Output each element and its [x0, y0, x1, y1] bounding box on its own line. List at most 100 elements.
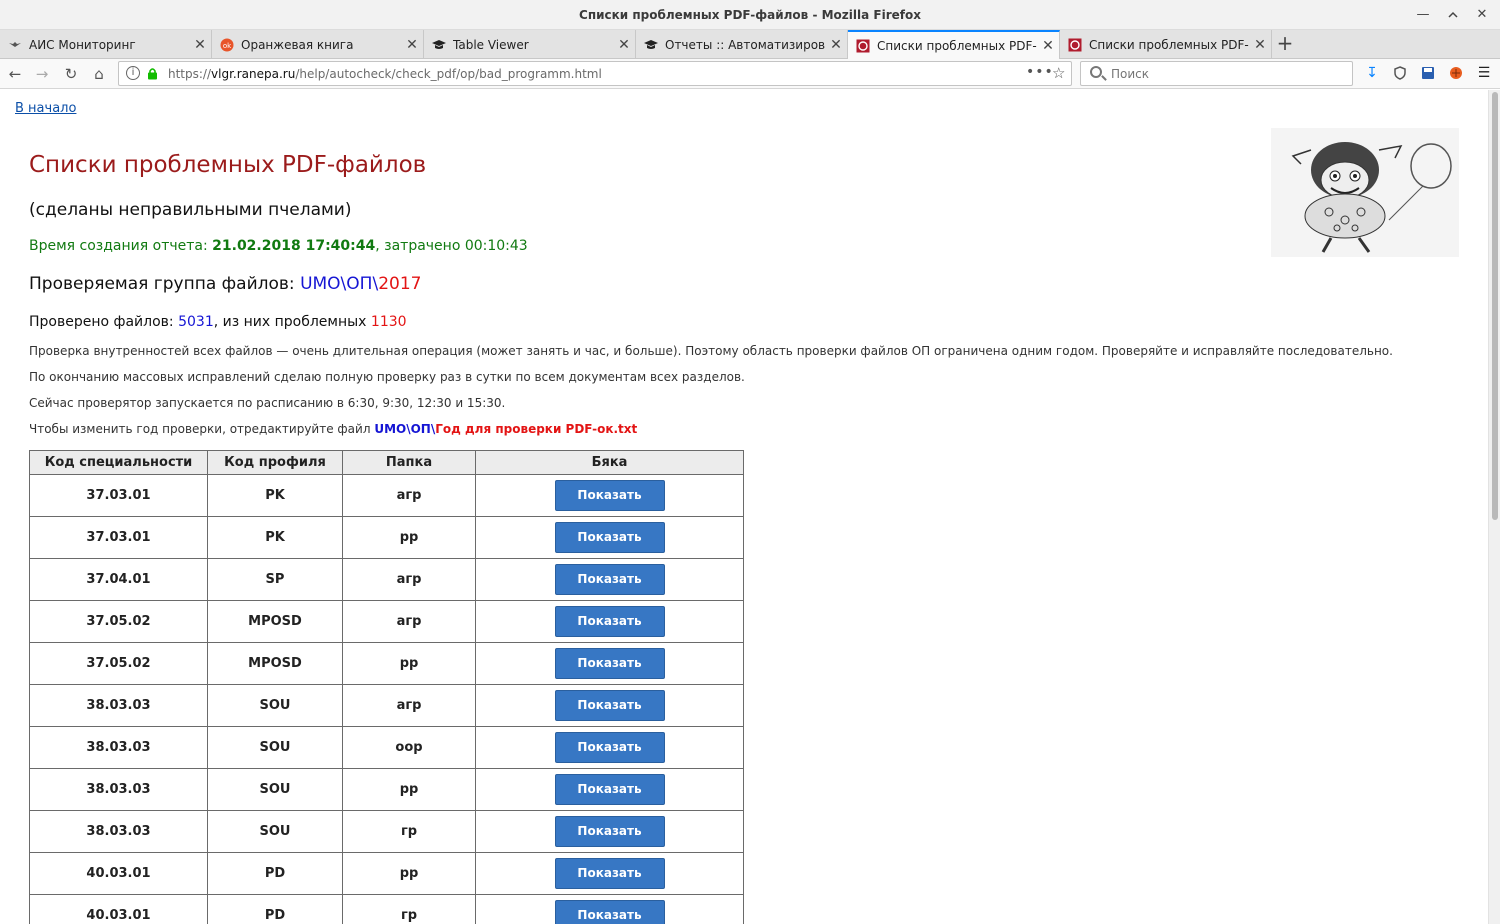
table-row: 38.03.03 SOU рр Показать	[29, 768, 744, 811]
extension-icon[interactable]	[1446, 63, 1466, 83]
scrollbar-thumb[interactable]	[1492, 92, 1498, 520]
note-year-filename: Год для проверки PDF-ок.txt	[435, 422, 638, 436]
column-header-folder[interactable]: Папка	[342, 450, 476, 475]
column-header-issue[interactable]: Бяка	[475, 450, 744, 475]
url-path: /help/autocheck/check_pdf/op/bad_program…	[295, 67, 602, 81]
tab-label: Отчеты :: Автоматизирова	[665, 37, 825, 52]
url-bar[interactable]: i https://vlgr.ranepa.ru/help/autocheck/…	[118, 61, 1072, 86]
note-year-label: Чтобы изменить год проверки, отредактиру…	[29, 422, 375, 436]
vertical-scrollbar[interactable]	[1488, 90, 1500, 924]
show-button[interactable]: Показать	[554, 606, 665, 637]
close-window-icon[interactable]: ✕	[1473, 6, 1491, 24]
group-year: 2017	[378, 274, 422, 294]
bookmark-star-icon[interactable]: ☆	[1052, 64, 1065, 82]
time-duration: , затрачено 00:10:43	[375, 238, 528, 254]
ranepa-icon	[856, 39, 870, 53]
show-button[interactable]: Показать	[554, 774, 665, 805]
show-button[interactable]: Показать	[554, 522, 665, 553]
info-icon[interactable]: i	[126, 66, 140, 80]
note-duration: Проверка внутренностей всех файлов — оче…	[29, 344, 1393, 358]
issue-cell: Показать	[475, 474, 744, 517]
folder-cell: рр	[342, 642, 476, 685]
home-link[interactable]: В начало	[15, 101, 76, 116]
folder-cell: агр	[342, 558, 476, 601]
issue-cell: Показать	[475, 810, 744, 853]
show-button[interactable]: Показать	[554, 900, 665, 924]
search-input[interactable]	[1111, 65, 1341, 83]
ranepa-icon	[1068, 38, 1082, 52]
show-button[interactable]: Показать	[554, 690, 665, 721]
folder-cell: агр	[342, 600, 476, 643]
downloads-icon[interactable]: ↧	[1362, 63, 1382, 83]
window-title: Списки проблемных PDF-файлов - Mozilla F…	[579, 8, 921, 22]
show-button[interactable]: Показать	[554, 648, 665, 679]
close-tab-icon[interactable]: ✕	[1249, 37, 1271, 53]
show-button[interactable]: Показать	[554, 732, 665, 763]
folder-cell: агр	[342, 474, 476, 517]
issue-cell: Показать	[475, 642, 744, 685]
tab-ais-monitoring[interactable]: АИС Мониторинг ✕	[0, 30, 212, 59]
show-button[interactable]: Показать	[554, 564, 665, 595]
minimize-icon[interactable]: —	[1414, 6, 1432, 24]
menu-icon[interactable]: ☰	[1474, 63, 1494, 83]
close-tab-icon[interactable]: ✕	[613, 37, 635, 53]
page-actions-icon[interactable]: •••	[1026, 64, 1054, 80]
table-row: 40.03.01 PD гр Показать	[29, 894, 744, 924]
new-tab-icon[interactable]: +	[1272, 30, 1298, 59]
specialty-code-cell: 38.03.03	[29, 726, 208, 769]
nav-toolbar: ← → ↻ ⌂ i https://vlgr.ranepa.ru/help/au…	[0, 59, 1500, 89]
specialty-code-cell: 37.03.01	[29, 516, 208, 559]
time-value: 21.02.2018 17:40:44	[212, 238, 376, 254]
close-tab-icon[interactable]: ✕	[1037, 38, 1059, 54]
problem-label: , из них проблемных	[213, 314, 371, 330]
checked-count: 5031	[178, 314, 214, 330]
group-path: UMO\ОП\	[300, 274, 379, 294]
profile-code-cell: PD	[207, 894, 343, 924]
group-label: Проверяемая группа файлов:	[29, 274, 301, 294]
shield-icon[interactable]	[1390, 63, 1410, 83]
profile-code-cell: SOU	[207, 810, 343, 853]
folder-cell: рр	[342, 852, 476, 895]
tab-label: Списки проблемных PDF-ф	[877, 39, 1037, 53]
issue-cell: Показать	[475, 684, 744, 727]
specialty-code-cell: 40.03.01	[29, 894, 208, 924]
orange-book-icon: ok	[220, 38, 234, 52]
tab-pdf-lists-active[interactable]: Списки проблемных PDF-ф ✕	[848, 30, 1060, 60]
url-text[interactable]: https://vlgr.ranepa.ru/help/autocheck/ch…	[168, 67, 602, 81]
issue-cell: Показать	[475, 894, 744, 924]
specialty-code-cell: 37.04.01	[29, 558, 208, 601]
tab-table-viewer[interactable]: Table Viewer ✕	[424, 30, 636, 59]
column-header-profile[interactable]: Код профиля	[207, 450, 343, 475]
mascot-illustration	[1271, 128, 1459, 257]
close-tab-icon[interactable]: ✕	[401, 37, 423, 53]
checked-summary: Проверено файлов: 5031, из них проблемны…	[29, 314, 407, 330]
search-bar[interactable]	[1080, 61, 1353, 86]
tab-pdf-lists[interactable]: Списки проблемных PDF-ф ✕	[1060, 30, 1272, 59]
show-button[interactable]: Показать	[554, 480, 665, 511]
home-icon[interactable]: ⌂	[88, 63, 110, 85]
table-row: 38.03.03 SOU агр Показать	[29, 684, 744, 727]
tab-reports[interactable]: Отчеты :: Автоматизирова ✕	[636, 30, 848, 59]
note-year-file: Чтобы изменить год проверки, отредактиру…	[29, 422, 637, 436]
url-host: vlgr.ranepa.ru	[211, 67, 296, 81]
reload-icon[interactable]: ↻	[60, 63, 82, 85]
tab-orange-book[interactable]: ok Оранжевая книга ✕	[212, 30, 424, 59]
profile-code-cell: SOU	[207, 684, 343, 727]
show-button[interactable]: Показать	[554, 816, 665, 847]
issue-cell: Показать	[475, 558, 744, 601]
bird-icon	[8, 38, 22, 52]
close-tab-icon[interactable]: ✕	[825, 37, 847, 53]
back-icon[interactable]: ←	[4, 63, 26, 85]
lock-icon	[147, 67, 158, 80]
maximize-icon[interactable]	[1444, 6, 1462, 24]
forward-icon[interactable]: →	[31, 63, 53, 85]
issue-cell: Показать	[475, 852, 744, 895]
column-header-specialty[interactable]: Код специальности	[29, 450, 208, 475]
folder-cell: рр	[342, 768, 476, 811]
close-tab-icon[interactable]: ✕	[189, 37, 211, 53]
table-row: 40.03.01 PD рр Показать	[29, 852, 744, 895]
problem-files-table: Код специальности Код профиля Папка Бяка…	[29, 450, 744, 924]
show-button[interactable]: Показать	[554, 858, 665, 889]
graduation-cap-icon	[432, 38, 446, 52]
save-page-icon[interactable]	[1418, 63, 1438, 83]
